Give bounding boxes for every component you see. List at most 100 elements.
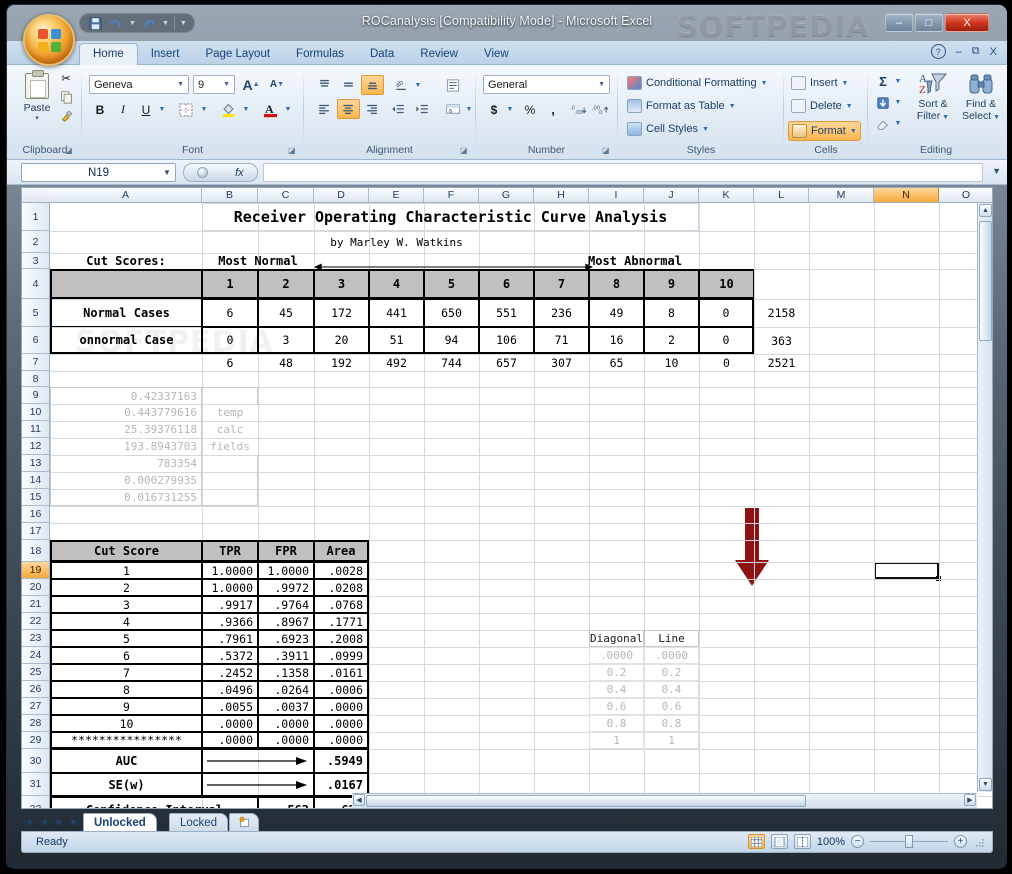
cell-roc-r7-c1[interactable]: 7 bbox=[50, 664, 202, 681]
scroll-right-arrow[interactable]: ▶ bbox=[964, 794, 976, 806]
horizontal-scroll-thumb[interactable] bbox=[366, 795, 806, 807]
row-header-27[interactable]: 27 bbox=[22, 698, 49, 715]
zoom-slider[interactable] bbox=[870, 835, 948, 848]
format-as-table-dropdown-icon[interactable]: ▼ bbox=[729, 103, 736, 110]
cell-diagonal-r2-c2[interactable]: 0.2 bbox=[644, 664, 699, 681]
cell-total-6[interactable]: 657 bbox=[479, 354, 534, 371]
cell-roc-r4-c1[interactable]: 4 bbox=[50, 613, 202, 630]
cell-tempcalc-blank2[interactable] bbox=[202, 455, 258, 506]
comma-button[interactable]: , bbox=[542, 99, 564, 120]
cell-total-4[interactable]: 492 bbox=[369, 354, 424, 371]
last-sheet-icon[interactable]: ▶| bbox=[69, 814, 82, 829]
tab-home[interactable]: Home bbox=[79, 43, 138, 66]
cell-roc-r10-c1[interactable]: 10 bbox=[50, 715, 202, 732]
font-size-input[interactable]: 9 ▼ bbox=[193, 75, 235, 94]
delete-cells-button[interactable]: Delete ▼ bbox=[791, 99, 853, 113]
tab-data[interactable]: Data bbox=[357, 44, 407, 65]
row-header-22[interactable]: 22 bbox=[22, 613, 49, 630]
tab-view[interactable]: View bbox=[471, 44, 522, 65]
column-header-E[interactable]: E bbox=[369, 188, 424, 202]
row-header-17[interactable]: 17 bbox=[22, 523, 49, 540]
column-header-B[interactable]: B bbox=[202, 188, 258, 202]
cell-roc-r2-c1[interactable]: 2 bbox=[50, 579, 202, 596]
cell-roc-r9-c3[interactable]: .0037 bbox=[258, 698, 314, 715]
sort-and-filter-button[interactable]: AZ Sort & Filter ▼ bbox=[909, 71, 957, 124]
customize-qat-icon[interactable]: ▼ bbox=[180, 20, 187, 27]
merge-center-icon[interactable]: a bbox=[441, 99, 465, 119]
close-button[interactable]: X bbox=[945, 13, 989, 32]
cell-abnormal-4[interactable]: 51 bbox=[369, 327, 424, 354]
formula-input[interactable] bbox=[263, 163, 983, 182]
cell-roc-r1-c3[interactable]: 1.0000 bbox=[258, 562, 314, 579]
eraser-icon[interactable] bbox=[873, 114, 893, 133]
cell-roc-r3-c2[interactable]: .9917 bbox=[202, 596, 258, 613]
wrap-text-icon[interactable] bbox=[441, 75, 465, 95]
name-box[interactable]: N19 bbox=[21, 163, 176, 182]
column-header-O[interactable]: O bbox=[939, 188, 992, 202]
scissors-icon[interactable]: ✂ bbox=[58, 71, 74, 86]
font-color-dropdown-icon[interactable]: ▼ bbox=[283, 101, 293, 118]
align-bottom-icon[interactable] bbox=[361, 75, 384, 95]
cell-roc-r9-c1[interactable]: 9 bbox=[50, 698, 202, 715]
cell-se-label[interactable]: SE(w) bbox=[50, 773, 202, 796]
first-sheet-icon[interactable]: |◀ bbox=[21, 814, 34, 829]
insert-cells-button[interactable]: Insert ▼ bbox=[791, 76, 848, 90]
undo-dropdown-icon[interactable]: ▼ bbox=[129, 20, 136, 27]
row-header-10[interactable]: 10 bbox=[22, 404, 49, 421]
cell-roc-r4-c3[interactable]: .8967 bbox=[258, 613, 314, 630]
page-break-view-icon[interactable] bbox=[793, 834, 811, 849]
delete-cells-dropdown-icon[interactable]: ▼ bbox=[846, 103, 853, 110]
cell-cutscore-header-10[interactable]: 10 bbox=[699, 269, 754, 299]
expand-formula-bar-icon[interactable]: ▼ bbox=[992, 166, 1001, 176]
cell-tempcalc-value-7[interactable]: 0.016731255 bbox=[50, 489, 202, 506]
cell-roc-r5-c2[interactable]: .7961 bbox=[202, 630, 258, 647]
fill-color-icon[interactable] bbox=[215, 99, 241, 120]
font-color-icon[interactable]: A bbox=[257, 99, 283, 120]
row-header-24[interactable]: 24 bbox=[22, 647, 49, 664]
align-middle-icon[interactable] bbox=[337, 75, 360, 95]
number-format-select[interactable]: General ▼ bbox=[483, 75, 610, 94]
ribbon-restore-icon[interactable]: ⧉ bbox=[972, 45, 980, 58]
cell-cutscore-header-4[interactable]: 4 bbox=[369, 269, 424, 299]
cell-abnormal-cases-label[interactable]: onnormal Case bbox=[50, 327, 202, 354]
cell-tempcalc-label-2[interactable]: temp bbox=[202, 404, 258, 421]
vertical-scrollbar[interactable]: ▲ ▼ bbox=[977, 203, 992, 792]
cell-roc-r7-c2[interactable]: .2452 bbox=[202, 664, 258, 681]
cell-roc-r11-c2[interactable]: .0000 bbox=[202, 732, 258, 749]
row-header-5[interactable]: 5 bbox=[22, 299, 49, 327]
cell-roc-r3-c1[interactable]: 3 bbox=[50, 596, 202, 613]
cell-total-3[interactable]: 192 bbox=[314, 354, 369, 371]
cell-diagonal-r2-c1[interactable]: 0.2 bbox=[589, 664, 644, 681]
cell-roc-header-1[interactable]: TPR bbox=[202, 540, 258, 562]
cell-cutscore-header-5[interactable]: 5 bbox=[424, 269, 479, 299]
page-layout-view-icon[interactable] bbox=[770, 834, 788, 849]
row-header-31[interactable]: 31 bbox=[22, 773, 49, 796]
cell-diagonal-r1-c1[interactable]: .0000 bbox=[589, 647, 644, 664]
cell-total-7[interactable]: 307 bbox=[534, 354, 589, 371]
cell-roc-header-0[interactable]: Cut Score bbox=[50, 540, 202, 562]
currency-dropdown-icon[interactable]: ▼ bbox=[505, 101, 515, 118]
cell-roc-r6-c2[interactable]: .5372 bbox=[202, 647, 258, 664]
row-header-6[interactable]: 6 bbox=[22, 327, 49, 354]
cell-roc-r10-c2[interactable]: .0000 bbox=[202, 715, 258, 732]
cell-diagonal-r3-c2[interactable]: 0.4 bbox=[644, 681, 699, 698]
format-cells-dropdown-icon[interactable]: ▼ bbox=[850, 128, 857, 135]
font-name-dropdown-icon[interactable]: ▼ bbox=[177, 81, 184, 88]
cell-auc-label[interactable]: AUC bbox=[50, 749, 202, 773]
cell-normal-total[interactable]: 2158 bbox=[754, 299, 809, 327]
cell-total-8[interactable]: 65 bbox=[589, 354, 644, 371]
autosum-button[interactable]: Σ bbox=[873, 72, 893, 91]
font-size-dropdown-icon[interactable]: ▼ bbox=[223, 81, 230, 88]
orientation-dropdown-icon[interactable]: ▼ bbox=[413, 77, 423, 94]
borders-dropdown-icon[interactable]: ▼ bbox=[199, 101, 209, 118]
name-box-dropdown-icon[interactable]: ▼ bbox=[163, 168, 171, 177]
cell-roc-r1-c4[interactable]: .0028 bbox=[314, 562, 369, 579]
column-header-F[interactable]: F bbox=[424, 188, 479, 202]
row-header-16[interactable]: 16 bbox=[22, 506, 49, 523]
cell-roc-r1-c2[interactable]: 1.0000 bbox=[202, 562, 258, 579]
number-dialog-launcher[interactable]: ◪ bbox=[602, 146, 611, 155]
cell-abnormal-1[interactable]: 0 bbox=[202, 327, 258, 354]
cell-roc-r6-c1[interactable]: 6 bbox=[50, 647, 202, 664]
cell-styles-button[interactable]: Cell Styles ▼ bbox=[627, 122, 709, 136]
align-left-icon[interactable] bbox=[313, 99, 336, 119]
